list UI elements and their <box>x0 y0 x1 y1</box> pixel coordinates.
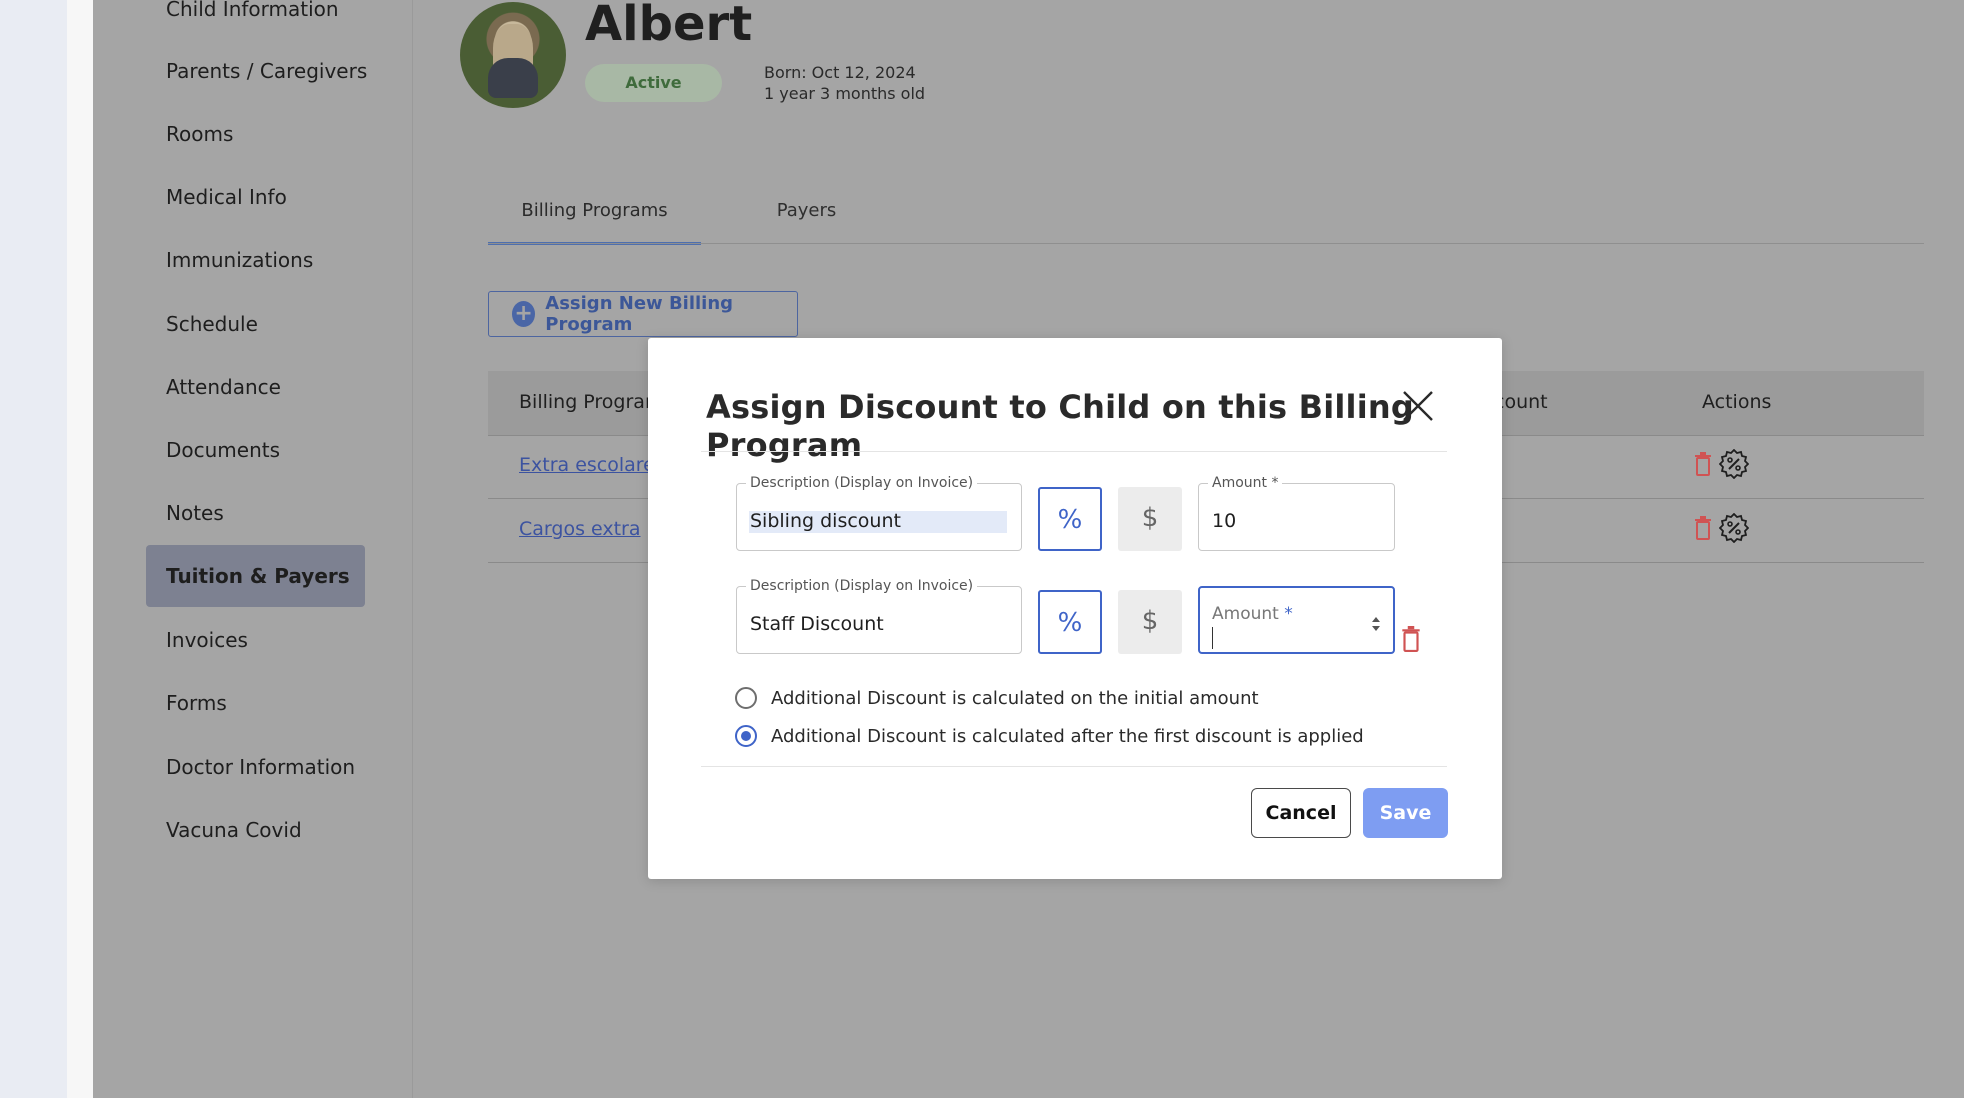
sidebar-item-schedule[interactable]: Schedule <box>146 303 386 345</box>
amount-value: 10 <box>1212 510 1237 532</box>
plus-icon: + <box>512 301 536 327</box>
born-date: Born: Oct 12, 2024 <box>764 63 916 82</box>
column-header-billing-program: Billing Program <box>519 391 664 413</box>
sidebar: Child Information Parents / Caregivers R… <box>93 0 413 1098</box>
discount-amount-field[interactable]: Amount * 10 <box>1198 475 1395 551</box>
sidebar-item-notes[interactable]: Notes <box>146 492 386 534</box>
save-button[interactable]: Save <box>1363 788 1448 838</box>
billing-program-link[interactable]: Extra escolares <box>519 454 665 476</box>
sidebar-item-invoices[interactable]: Invoices <box>146 619 386 661</box>
child-name: Albert <box>585 0 753 52</box>
number-spinner-icon[interactable] <box>1371 615 1381 633</box>
description-label: Description (Display on Invoice) <box>746 578 978 594</box>
trash-icon[interactable] <box>1694 452 1712 476</box>
delete-discount-icon[interactable] <box>1401 626 1421 652</box>
app-edge <box>0 0 67 1098</box>
required-marker: * <box>1284 604 1293 624</box>
billing-program-link[interactable]: Cargos extra <box>519 518 641 540</box>
assign-button-label: Assign New Billing Program <box>545 293 734 335</box>
sidebar-item-doctor-information[interactable]: Doctor Information <box>146 746 386 788</box>
tab-billing-programs[interactable]: Billing Programs <box>488 196 701 245</box>
sidebar-item-vacuna-covid[interactable]: Vacuna Covid <box>146 809 386 851</box>
child-birth-info: Born: Oct 12, 2024 1 year 3 months old <box>764 62 925 104</box>
percent-toggle-button[interactable]: % <box>1038 590 1102 654</box>
close-icon[interactable] <box>1401 389 1435 423</box>
app-edge-border <box>67 0 93 1098</box>
discount-amount-field[interactable]: Amount * <box>1198 586 1395 654</box>
modal-title: Assign Discount to Child on this Billing… <box>706 388 1414 464</box>
modal-footer-divider <box>701 766 1447 767</box>
assign-discount-modal: Assign Discount to Child on this Billing… <box>648 338 1502 879</box>
modal-header-divider <box>701 451 1447 452</box>
cancel-button[interactable]: Cancel <box>1251 788 1351 838</box>
sidebar-item-immunizations[interactable]: Immunizations <box>146 239 386 281</box>
radio-button[interactable] <box>735 687 757 709</box>
description-value: Staff Discount <box>750 613 884 635</box>
sidebar-item-tuition-payers[interactable]: Tuition & Payers <box>146 545 365 607</box>
sidebar-item-parents-caregivers[interactable]: Parents / Caregivers <box>146 50 386 92</box>
avatar <box>460 2 566 108</box>
discount-description-field[interactable]: Description (Display on Invoice) Sibling… <box>736 475 1022 551</box>
radio-label: Additional Discount is calculated after … <box>771 725 1364 747</box>
trash-icon[interactable] <box>1694 516 1712 540</box>
dollar-toggle-button[interactable]: $ <box>1118 590 1182 654</box>
description-value: Sibling discount <box>750 510 901 532</box>
amount-label: Amount * <box>1208 475 1283 491</box>
tab-payers[interactable]: Payers <box>762 196 851 242</box>
sidebar-item-forms[interactable]: Forms <box>146 682 386 724</box>
text-caret <box>1212 627 1213 649</box>
discount-badge-icon[interactable] <box>1719 449 1749 479</box>
sidebar-item-rooms[interactable]: Rooms <box>146 113 386 155</box>
sidebar-item-attendance[interactable]: Attendance <box>146 366 386 408</box>
sidebar-item-documents[interactable]: Documents <box>146 429 386 471</box>
tabs-divider <box>488 243 1924 244</box>
radio-button-selected[interactable] <box>735 725 757 747</box>
column-header-actions: Actions <box>1702 391 1772 413</box>
percent-toggle-button[interactable]: % <box>1038 487 1102 551</box>
description-label: Description (Display on Invoice) <box>746 475 978 491</box>
radio-label: Additional Discount is calculated on the… <box>771 687 1259 709</box>
child-age: 1 year 3 months old <box>764 84 926 103</box>
column-header-discount: count <box>1494 391 1548 413</box>
calc-option-initial-amount[interactable]: Additional Discount is calculated on the… <box>735 683 1259 713</box>
sidebar-item-child-information[interactable]: Child Information <box>146 0 386 30</box>
avatar-child-outfit <box>488 58 538 98</box>
amount-label-text: Amount <box>1212 604 1279 624</box>
status-badge: Active <box>585 64 722 102</box>
assign-new-billing-program-button[interactable]: + Assign New Billing Program <box>488 291 798 337</box>
amount-placeholder-label: Amount * <box>1212 604 1293 624</box>
calc-option-after-first-discount[interactable]: Additional Discount is calculated after … <box>735 721 1364 751</box>
discount-badge-icon[interactable] <box>1719 513 1749 543</box>
dollar-toggle-button[interactable]: $ <box>1118 487 1182 551</box>
sidebar-item-medical-info[interactable]: Medical Info <box>146 176 386 218</box>
discount-description-field[interactable]: Description (Display on Invoice) Staff D… <box>736 578 1022 654</box>
